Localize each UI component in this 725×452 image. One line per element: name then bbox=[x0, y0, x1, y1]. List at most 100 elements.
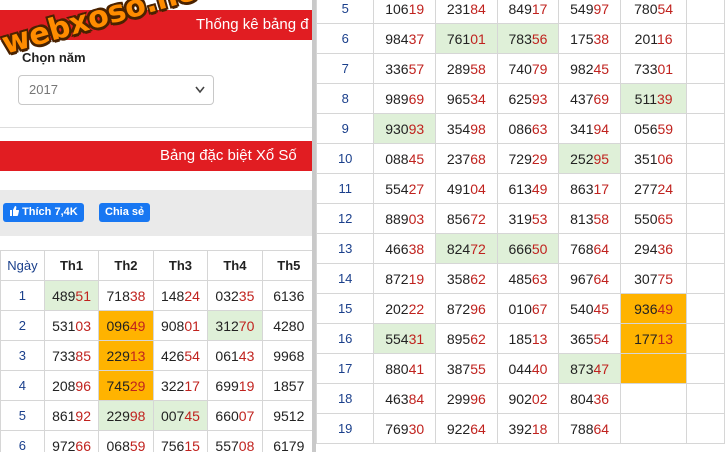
result-cell: 36554 bbox=[558, 323, 621, 354]
last-two-digits: 49 bbox=[531, 180, 548, 197]
table-row: 9 93093 35498 08663 34194 05659 bbox=[316, 113, 725, 144]
result-cell: 72929 bbox=[496, 143, 560, 174]
day-cell: 5 bbox=[316, 0, 375, 24]
result-cell: 80436 bbox=[558, 383, 621, 414]
last-two-digits: 19 bbox=[408, 270, 425, 287]
last-two-digits: 64 bbox=[470, 420, 486, 437]
last-two-digits: 36 bbox=[657, 240, 674, 257]
table-row: 12 88903 85672 31953 81358 55065 bbox=[316, 203, 725, 234]
result-cell: 76101 bbox=[435, 23, 498, 54]
year-label: Chọn năm bbox=[22, 50, 86, 65]
result-cell: 31270 bbox=[207, 310, 263, 341]
table-row: 15 20222 87296 01067 54045 93649 bbox=[316, 293, 725, 324]
column-header-month: Th1 bbox=[43, 250, 100, 281]
result-cell bbox=[619, 383, 688, 414]
result-cell-partial bbox=[686, 263, 725, 294]
result-cell-partial bbox=[686, 23, 725, 54]
last-two-digits: 45 bbox=[593, 300, 610, 317]
last-two-digits: 29 bbox=[129, 377, 146, 394]
result-cell: 86192 bbox=[43, 400, 100, 431]
result-cell: 61349 bbox=[496, 173, 560, 204]
last-two-digits: 51 bbox=[75, 287, 91, 304]
result-cell: 88903 bbox=[373, 203, 437, 234]
last-two-digits: 53 bbox=[531, 210, 548, 227]
day-cell: 10 bbox=[316, 143, 375, 174]
last-two-digits: 36 bbox=[593, 390, 610, 407]
table-row: 4 20896 74529 32217 69919 1857 bbox=[0, 370, 316, 401]
last-two-digits: 34 bbox=[470, 90, 486, 107]
result-cell: 35106 bbox=[619, 143, 688, 174]
last-two-digits: 01 bbox=[657, 60, 674, 77]
last-two-digits: 02 bbox=[531, 390, 548, 407]
last-two-digits: 98 bbox=[129, 407, 146, 424]
day-cell: 9 bbox=[316, 113, 375, 144]
result-cell: 93649 bbox=[619, 293, 688, 324]
result-cell: 71838 bbox=[98, 280, 154, 311]
result-cell: 23184 bbox=[435, 0, 498, 24]
result-cell: 22913 bbox=[98, 340, 154, 371]
result-cell: 6179 bbox=[261, 430, 316, 452]
last-two-digits: 54 bbox=[593, 330, 610, 347]
table-row: 11 55427 49104 61349 86317 27724 bbox=[316, 173, 725, 204]
result-cell-partial bbox=[686, 233, 725, 264]
result-cell-partial bbox=[686, 413, 725, 444]
result-cell: 46638 bbox=[373, 233, 437, 264]
result-cell: 84917 bbox=[496, 0, 560, 24]
facebook-like-button[interactable]: Thích 7,4K bbox=[3, 203, 84, 222]
stats-page-panel: Thống kê bảng đ Chọn năm 2017 Bảng đặc b… bbox=[0, 0, 316, 452]
result-cell: 97266 bbox=[43, 430, 100, 452]
result-cell: 62593 bbox=[496, 83, 560, 114]
last-two-digits: 97 bbox=[593, 0, 610, 17]
result-cell: 81358 bbox=[558, 203, 621, 234]
column-header-month: Th4 bbox=[207, 250, 263, 281]
result-cell: 1857 bbox=[261, 370, 316, 401]
result-cell: 06143 bbox=[207, 340, 263, 371]
result-cell: 86317 bbox=[558, 173, 621, 204]
last-two-digits: 41 bbox=[408, 360, 425, 377]
result-cell: 87296 bbox=[435, 293, 498, 324]
result-cell: 74529 bbox=[98, 370, 154, 401]
result-cell: 87347 bbox=[558, 353, 621, 384]
day-cell: 8 bbox=[316, 83, 375, 114]
last-two-digits: 59 bbox=[657, 120, 674, 137]
day-cell: 12 bbox=[316, 203, 375, 234]
chevron-down-icon bbox=[194, 76, 206, 113]
result-cell: 04440 bbox=[496, 353, 560, 384]
facebook-share-button[interactable]: Chia sẻ bbox=[99, 203, 151, 222]
result-cell: 38755 bbox=[435, 353, 498, 384]
result-cell: 20116 bbox=[619, 23, 688, 54]
day-cell: 15 bbox=[316, 293, 375, 324]
result-cell: 54045 bbox=[558, 293, 621, 324]
result-cell-partial bbox=[686, 53, 725, 84]
last-two-digits: 72 bbox=[470, 240, 486, 257]
result-cell: 20222 bbox=[373, 293, 437, 324]
result-cell: 54997 bbox=[558, 0, 621, 24]
last-two-digits: 67 bbox=[531, 300, 548, 317]
last-two-digits: 64 bbox=[593, 270, 610, 287]
result-cell-partial bbox=[686, 0, 725, 24]
last-two-digits: 17 bbox=[184, 377, 200, 394]
last-two-digits: 96 bbox=[470, 390, 486, 407]
last-two-digits: 50 bbox=[531, 240, 548, 257]
year-select-value: 2017 bbox=[29, 82, 58, 97]
result-cell: 03235 bbox=[207, 280, 263, 311]
last-two-digits: 38 bbox=[129, 287, 146, 304]
result-cell: 9968 bbox=[261, 340, 316, 371]
result-cell: 17713 bbox=[619, 323, 688, 354]
last-two-digits: 01 bbox=[184, 317, 200, 334]
year-select[interactable]: 2017 bbox=[18, 75, 214, 105]
last-two-digits: 95 bbox=[593, 150, 610, 167]
last-two-digits: 16 bbox=[656, 30, 673, 47]
result-cell: 98437 bbox=[373, 23, 437, 54]
table-row: 17 88041 38755 04440 87347 bbox=[316, 353, 725, 384]
share-label: Chia sẻ bbox=[105, 206, 145, 218]
result-cell: 90202 bbox=[496, 383, 560, 414]
result-cell: 00745 bbox=[152, 400, 209, 431]
result-cell: 48951 bbox=[43, 280, 100, 311]
result-cell: 33657 bbox=[373, 53, 437, 84]
last-two-digits: 13 bbox=[657, 330, 674, 347]
last-two-digits: 70 bbox=[238, 317, 255, 334]
result-cell: 10619 bbox=[373, 0, 437, 24]
result-cell: 08663 bbox=[496, 113, 560, 144]
result-cell: 42654 bbox=[152, 340, 209, 371]
